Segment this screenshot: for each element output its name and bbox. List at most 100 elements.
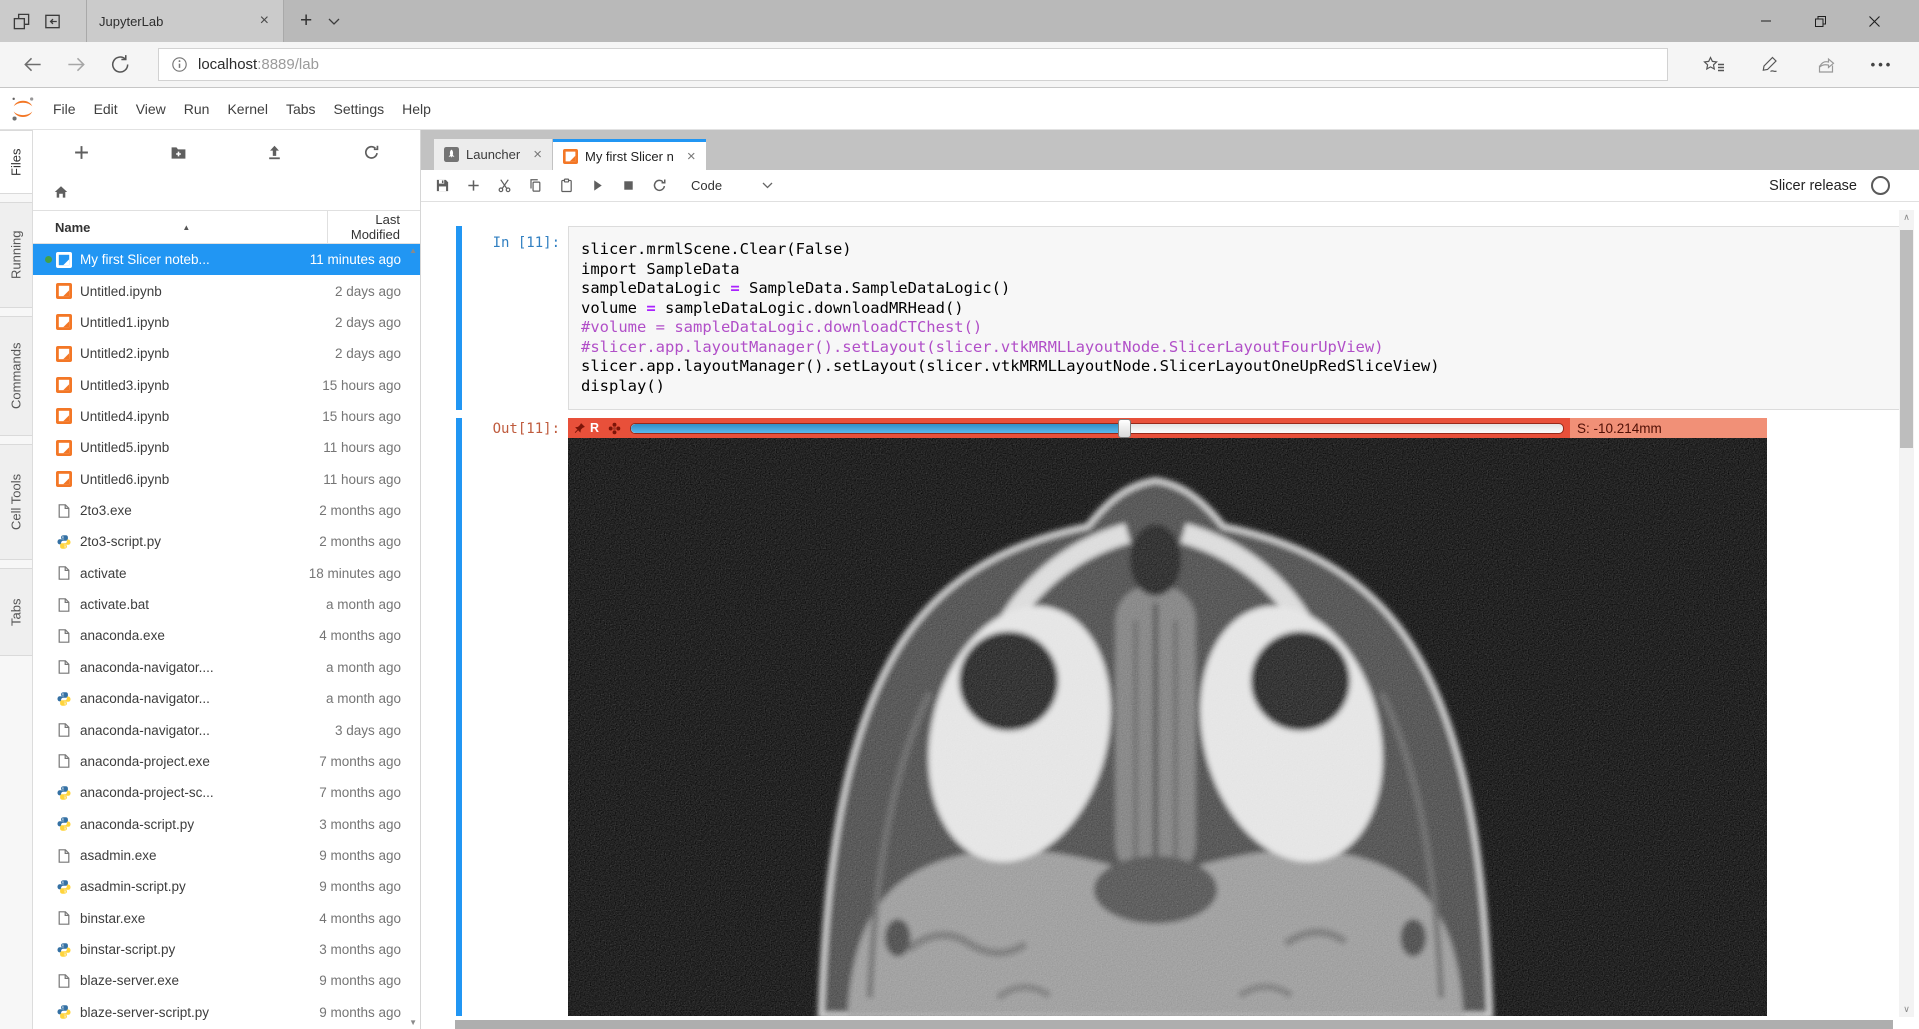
notebook-icon [56,283,73,299]
file-row[interactable]: Untitled2.ipynb2 days ago [33,338,420,369]
file-row[interactable]: anaconda-navigator...3 days ago [33,714,420,745]
slice-slider-handle[interactable] [1118,419,1131,438]
new-tab-button[interactable]: + [300,9,312,33]
column-header-name[interactable]: Name ▲ [33,211,328,243]
file-row[interactable]: My first Slicer noteb...11 minutes ago [33,244,420,275]
chevron-down-icon[interactable] [328,18,340,25]
column-header-modified[interactable]: Last Modified [328,212,420,242]
browser-tab[interactable]: JupyterLab × [86,0,284,42]
tab-preview-icon[interactable] [12,12,31,31]
file-row[interactable]: Untitled1.ipynb2 days ago [33,307,420,338]
file-row[interactable]: blaze-server.exe9 months ago [33,965,420,996]
file-row[interactable]: anaconda.exe4 months ago [33,620,420,651]
restore-tabs-icon[interactable] [43,12,62,31]
sidebar-tab-running[interactable]: Running [0,202,32,308]
menu-run[interactable]: Run [175,101,219,117]
file-row[interactable]: binstar.exe4 months ago [33,903,420,934]
refresh-page-button[interactable] [98,43,142,87]
insert-button[interactable] [458,173,489,199]
close-tab-icon[interactable]: × [533,146,542,163]
menu-file[interactable]: File [44,101,85,117]
scroll-up-icon[interactable]: ∧ [1899,212,1914,223]
file-row[interactable]: anaconda-navigator....a month ago [33,652,420,683]
refresh-button[interactable] [363,144,380,161]
sidebar-tab-cell-tools[interactable]: Cell Tools [0,444,32,560]
sidebar-tab-files[interactable]: Files [0,130,32,194]
back-button[interactable] [10,43,54,87]
sidebar-tab-commands[interactable]: Commands [0,316,32,436]
home-icon[interactable] [53,184,69,200]
scroll-down-icon[interactable]: ▼ [409,1018,417,1027]
forward-button[interactable] [54,43,98,87]
kernel-status-icon[interactable] [1871,176,1890,195]
file-row[interactable]: 2to3-script.py2 months ago [33,526,420,557]
output-prompt: Out[11]: [462,418,568,1016]
new-folder-button[interactable] [170,144,187,161]
file-row[interactable]: binstar-script.py3 months ago [33,934,420,965]
sort-ascending-icon: ▲ [182,223,190,232]
python-icon [56,942,73,958]
restore-button[interactable] [1793,0,1847,42]
copy-button[interactable] [520,173,551,199]
orientation-label: R [590,421,599,435]
file-modified: 15 hours ago [322,378,420,393]
menu-tabs[interactable]: Tabs [277,101,325,117]
view-controls-icon[interactable] [608,422,621,435]
minimize-button[interactable] [1739,0,1793,42]
menu-help[interactable]: Help [393,101,440,117]
python-icon [56,691,73,707]
file-row[interactable]: activate.bata month ago [33,589,420,620]
paste-button[interactable] [551,173,582,199]
file-row[interactable]: anaconda-project.exe7 months ago [33,746,420,777]
cell-type-dropdown[interactable]: Code [691,178,773,193]
upload-button[interactable] [266,144,283,161]
menu-kernel[interactable]: Kernel [218,101,276,117]
slice-slider[interactable] [630,423,1564,434]
file-row[interactable]: 2to3.exe2 months ago [33,495,420,526]
notebook-horizontal-scrollbar[interactable] [455,1020,1893,1029]
save-button[interactable] [427,173,458,199]
web-note-icon[interactable] [1753,45,1787,85]
restart-button[interactable] [644,173,675,199]
run-button[interactable] [582,173,613,199]
file-row[interactable]: blaze-server-script.py9 months ago [33,997,420,1028]
file-row[interactable]: Untitled4.ipynb15 hours ago [33,401,420,432]
share-icon[interactable] [1809,45,1843,85]
code-editor[interactable]: slicer.mrmlScene.Clear(False)import Samp… [568,226,1900,410]
close-tab-icon[interactable]: × [258,12,271,30]
file-row[interactable]: Untitled5.ipynb11 hours ago [33,432,420,463]
notebook-vertical-scrollbar[interactable]: ∧ ∨ [1899,210,1914,1017]
dock-tab-my-first-slicer-n[interactable]: My first Slicer n× [553,139,706,170]
stop-button[interactable] [613,173,644,199]
file-row[interactable]: activate18 minutes ago [33,558,420,589]
file-row[interactable]: anaconda-project-sc...7 months ago [33,777,420,808]
page-info-icon[interactable] [171,56,188,73]
file-row[interactable]: asadmin-script.py9 months ago [33,871,420,902]
address-bar[interactable]: localhost:8889/lab [158,48,1668,81]
menu-settings[interactable]: Settings [325,101,394,117]
file-row[interactable]: asadmin.exe9 months ago [33,840,420,871]
scrollbar-thumb[interactable] [1900,230,1913,448]
file-row[interactable]: anaconda-navigator...a month ago [33,683,420,714]
close-window-button[interactable] [1847,0,1901,42]
file-modified: 2 days ago [335,315,420,330]
menu-view[interactable]: View [127,101,175,117]
sidebar-tab-tabs[interactable]: Tabs [0,568,32,656]
close-tab-icon[interactable]: × [687,148,696,165]
new-launcher-button[interactable] [73,144,90,161]
more-actions-icon[interactable]: ••• [1865,45,1899,85]
kernel-name[interactable]: Slicer release [1769,178,1857,194]
file-modified: 2 months ago [319,534,420,549]
scroll-down-icon[interactable]: ∨ [1899,1004,1914,1015]
menu-edit[interactable]: Edit [85,101,127,117]
cut-button[interactable] [489,173,520,199]
file-row[interactable]: Untitled.ipynb2 days ago [33,275,420,306]
file-name: 2to3.exe [80,503,319,518]
scroll-up-icon[interactable]: ▲ [409,246,417,255]
file-row[interactable]: Untitled3.ipynb15 hours ago [33,369,420,400]
file-row[interactable]: anaconda-script.py3 months ago [33,808,420,839]
dock-tab-launcher[interactable]: Launcher× [434,139,552,170]
favorites-icon[interactable] [1697,45,1731,85]
pin-icon[interactable] [573,422,586,435]
file-row[interactable]: Untitled6.ipynb11 hours ago [33,464,420,495]
